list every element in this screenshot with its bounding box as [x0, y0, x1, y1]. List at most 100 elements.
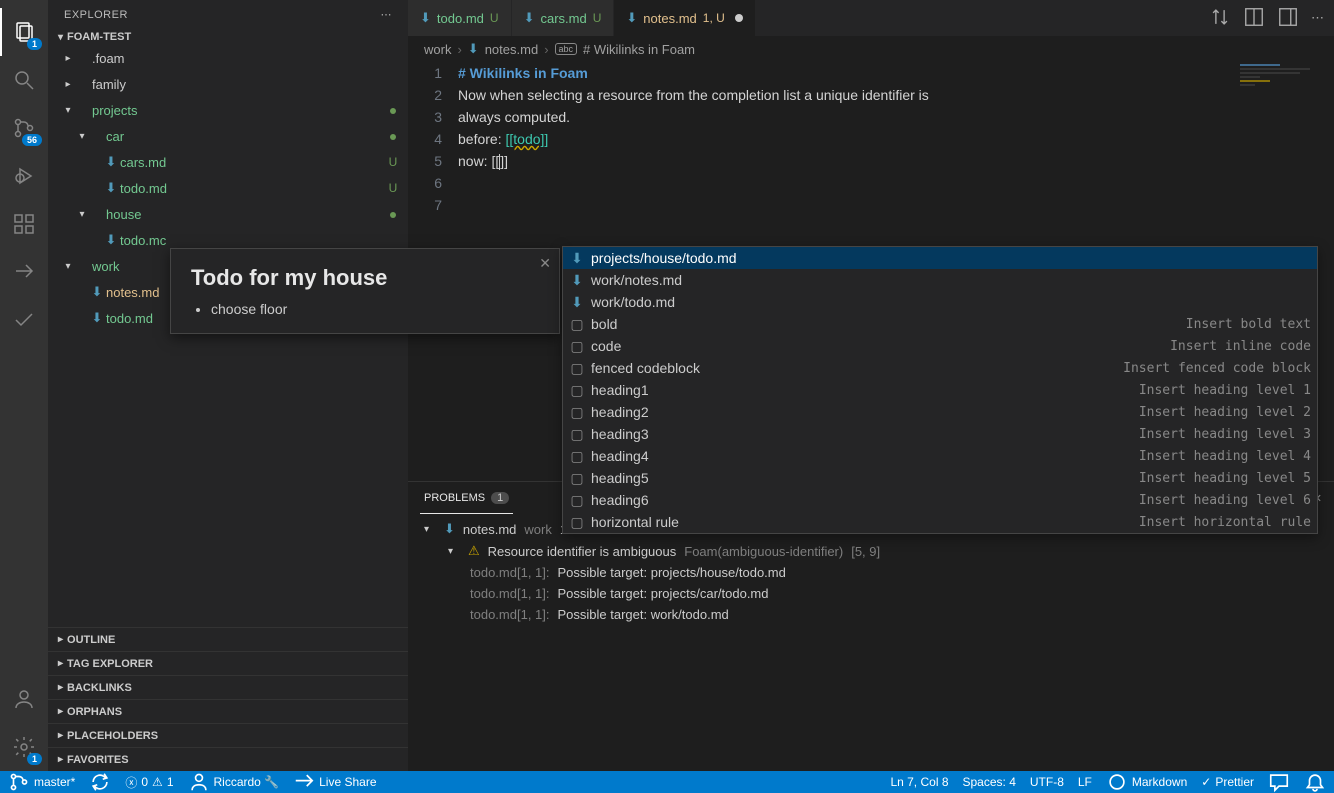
- suggest-label: code: [591, 338, 1164, 354]
- problem-file: notes.md: [463, 522, 516, 537]
- tab-suffix: 1, U: [703, 11, 725, 25]
- suggest-item[interactable]: ⬇work/todo.md: [563, 291, 1317, 313]
- sidebar-section-placeholders[interactable]: ▸PLACEHOLDERS: [48, 723, 408, 747]
- tree-file[interactable]: ⬇cars.mdU: [48, 149, 408, 175]
- close-icon[interactable]: ✕: [539, 255, 551, 272]
- tree-folder[interactable]: ▾house: [48, 201, 408, 227]
- problem-related-row[interactable]: todo.md[1, 1]: Possible target: work/tod…: [420, 604, 1322, 625]
- activity-testing[interactable]: [0, 296, 48, 344]
- layout-icon[interactable]: [1277, 6, 1299, 31]
- sidebar-section-favorites[interactable]: ▸FAVORITES: [48, 747, 408, 771]
- suggest-item[interactable]: ▢fenced codeblockInsert fenced code bloc…: [563, 357, 1317, 379]
- markdown-icon: ⬇: [88, 284, 106, 300]
- breadcrumb-part[interactable]: # Wikilinks in Foam: [583, 42, 695, 57]
- activity-search[interactable]: [0, 56, 48, 104]
- breadcrumb-part[interactable]: work: [424, 42, 451, 57]
- status-branch[interactable]: master*: [8, 771, 75, 793]
- section-label: FAVORITES: [67, 754, 129, 766]
- suggest-label: heading4: [591, 448, 1133, 464]
- status-user[interactable]: Riccardo 🔧: [188, 771, 280, 793]
- status-lang[interactable]: Markdown: [1106, 771, 1187, 793]
- suggest-item[interactable]: ▢heading6Insert heading level 6: [563, 489, 1317, 511]
- status-liveshare[interactable]: Live Share: [293, 771, 376, 793]
- problem-related-row[interactable]: todo.md[1, 1]: Possible target: projects…: [420, 583, 1322, 604]
- sidebar: EXPLORER ⋯ ▾ FOAM-TEST ▸.foam▸family▾pro…: [48, 0, 408, 771]
- activity-liveshare[interactable]: [0, 248, 48, 296]
- suggest-item[interactable]: ▢heading2Insert heading level 2: [563, 401, 1317, 423]
- compare-icon[interactable]: [1209, 6, 1231, 31]
- suggest-item[interactable]: ▢heading1Insert heading level 1: [563, 379, 1317, 401]
- editor-tab[interactable]: ⬇cars.mdU: [512, 0, 615, 36]
- problem-diagnostic-row[interactable]: ▾ ⚠ Resource identifier is ambiguous Foa…: [420, 540, 1322, 562]
- tree-item-label: house: [106, 207, 386, 222]
- status-bell[interactable]: [1304, 771, 1326, 793]
- suggest-item[interactable]: ▢heading4Insert heading level 4: [563, 445, 1317, 467]
- chevron-right-icon: ▸: [58, 682, 63, 693]
- split-icon[interactable]: [1243, 6, 1265, 31]
- problem-related-row[interactable]: todo.md[1, 1]: Possible target: projects…: [420, 562, 1322, 583]
- suggest-doc: Insert fenced code block: [1123, 361, 1311, 376]
- settings-badge: 1: [27, 753, 42, 765]
- suggest-item[interactable]: ▢codeInsert inline code: [563, 335, 1317, 357]
- related-msg: Possible target: projects/house/todo.md: [558, 565, 786, 580]
- suggest-label: heading5: [591, 470, 1133, 486]
- suggest-item[interactable]: ▢boldInsert bold text: [563, 313, 1317, 335]
- snippet-icon: ▢: [569, 470, 585, 487]
- tree-folder[interactable]: ▸family: [48, 71, 408, 97]
- panel-tab-problems[interactable]: PROBLEMS 1: [420, 482, 513, 514]
- tree-folder[interactable]: ▾car: [48, 123, 408, 149]
- activity-extensions[interactable]: [0, 200, 48, 248]
- suggest-item[interactable]: ⬇projects/house/todo.md: [563, 247, 1317, 269]
- suggest-label: horizontal rule: [591, 514, 1133, 530]
- suggest-item[interactable]: ▢heading5Insert heading level 5: [563, 467, 1317, 489]
- warning-icon: ⚠: [152, 775, 163, 789]
- sidebar-section-backlinks[interactable]: ▸BACKLINKS: [48, 675, 408, 699]
- tab-suffix: U: [593, 11, 602, 25]
- hover-preview-card: ✕ Todo for my house choose floor: [170, 248, 560, 334]
- git-status: [386, 207, 400, 221]
- editor-tab[interactable]: ⬇notes.md1, U: [614, 0, 755, 36]
- status-problems[interactable]: ⓧ 0 ⚠ 1: [125, 774, 173, 791]
- folder-root-header[interactable]: ▾ FOAM-TEST: [48, 29, 408, 45]
- status-feedback[interactable]: [1268, 771, 1290, 793]
- tree-folder[interactable]: ▾projects: [48, 97, 408, 123]
- sidebar-section-outline[interactable]: ▸OUTLINE: [48, 627, 408, 651]
- suggest-doc: Insert inline code: [1170, 339, 1311, 354]
- suggest-label: fenced codeblock: [591, 360, 1117, 376]
- suggest-item[interactable]: ▢horizontal ruleInsert horizontal rule: [563, 511, 1317, 533]
- suggest-widget: ⬇projects/house/todo.md⬇work/notes.md⬇wo…: [562, 246, 1318, 534]
- problem-folder: work: [524, 522, 551, 537]
- tree-item-label: todo.md: [120, 181, 386, 196]
- file-tree: ▸.foam▸family▾projects▾car⬇cars.mdU⬇todo…: [48, 45, 408, 627]
- check-icon: ✓: [1201, 775, 1211, 789]
- tree-item-label: car: [106, 129, 386, 144]
- sidebar-section-tag-explorer[interactable]: ▸TAG EXPLORER: [48, 651, 408, 675]
- status-cursor[interactable]: Ln 7, Col 8: [890, 775, 948, 789]
- hover-content: choose floor: [191, 301, 539, 317]
- status-prettier[interactable]: ✓ Prettier: [1201, 775, 1254, 789]
- status-eol[interactable]: LF: [1078, 775, 1092, 789]
- editor-tab[interactable]: ⬇todo.mdU: [408, 0, 512, 36]
- activity-account[interactable]: [0, 675, 48, 723]
- tab-filename: cars.md: [540, 11, 586, 26]
- suggest-doc: Insert heading level 1: [1139, 383, 1311, 398]
- status-spaces[interactable]: Spaces: 4: [963, 775, 1016, 789]
- activity-settings[interactable]: 1: [0, 723, 48, 771]
- markdown-icon: ⬇: [102, 180, 120, 196]
- breadcrumb[interactable]: work › ⬇ notes.md › abc # Wikilinks in F…: [408, 36, 1334, 62]
- suggest-item[interactable]: ⬇work/notes.md: [563, 269, 1317, 291]
- chevron-down-icon: ▾: [448, 546, 460, 557]
- status-encoding[interactable]: UTF-8: [1030, 775, 1064, 789]
- tree-file[interactable]: ⬇todo.mdU: [48, 175, 408, 201]
- status-sync[interactable]: [89, 771, 111, 793]
- activity-debug[interactable]: [0, 152, 48, 200]
- breadcrumb-part[interactable]: notes.md: [485, 42, 538, 57]
- sidebar-more-icon[interactable]: ⋯: [381, 8, 393, 21]
- sidebar-section-orphans[interactable]: ▸ORPHANS: [48, 699, 408, 723]
- activity-explorer[interactable]: 1: [0, 8, 48, 56]
- more-icon[interactable]: ⋯: [1311, 10, 1324, 26]
- tree-folder[interactable]: ▸.foam: [48, 45, 408, 71]
- suggest-item[interactable]: ▢heading3Insert heading level 3: [563, 423, 1317, 445]
- activity-scm[interactable]: 56: [0, 104, 48, 152]
- chevron-down-icon: ▾: [424, 524, 436, 535]
